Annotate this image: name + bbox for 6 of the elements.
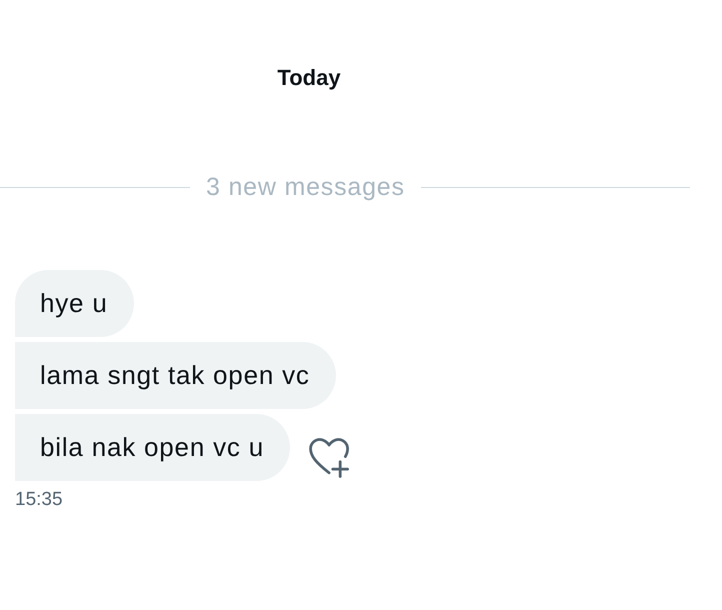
message-bubble: bila nak open vc u [15,414,290,481]
new-messages-label: 3 new messages [206,172,405,202]
message-bubble: lama sngt tak open vc [15,342,336,409]
day-header: Today [277,64,341,92]
message-timestamp: 15:35 [15,489,63,511]
message-bubble: hye u [15,270,134,337]
